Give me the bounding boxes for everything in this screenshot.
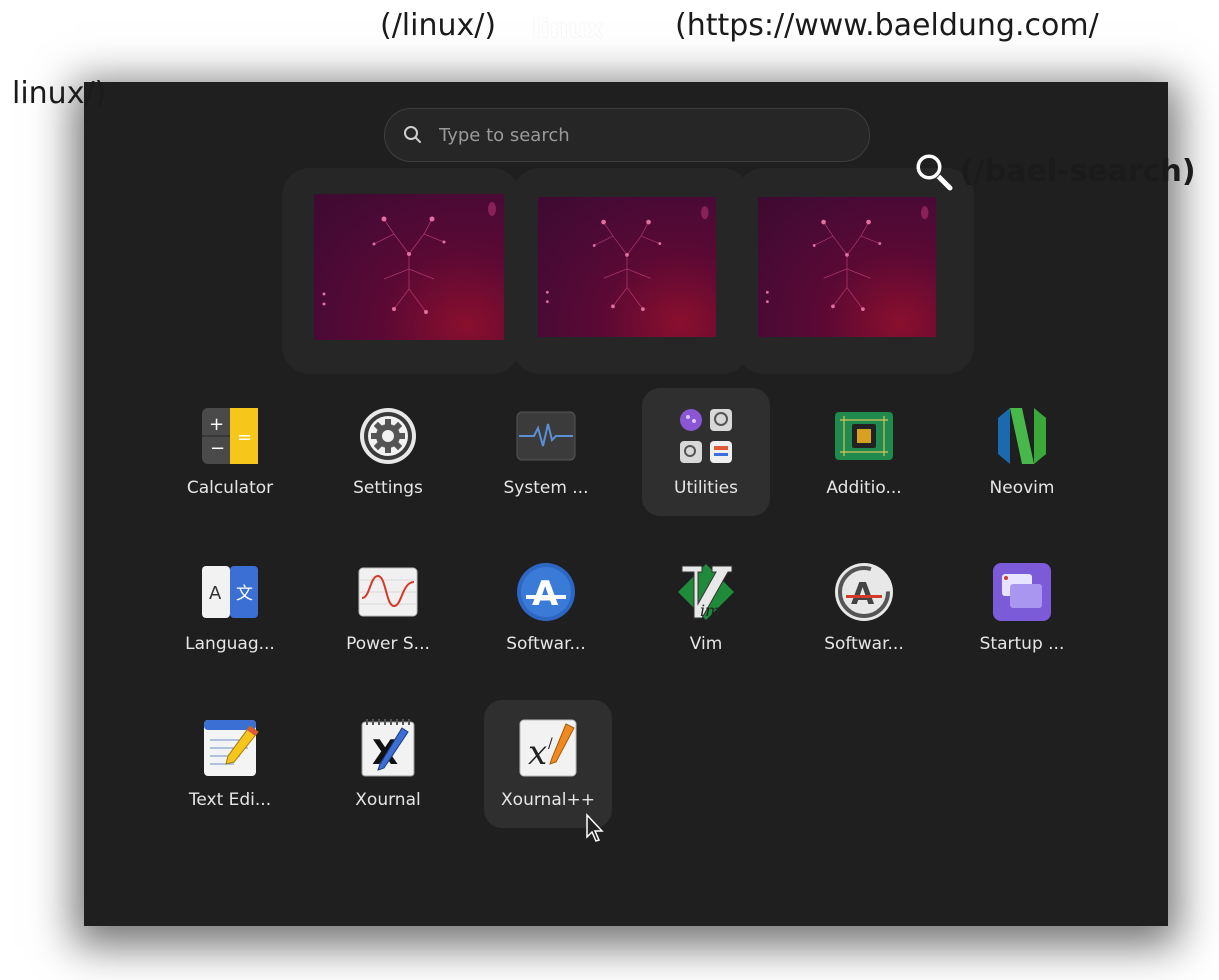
app-label: Languag...: [185, 634, 275, 654]
workspace-3-wallpaper: [758, 197, 936, 337]
app-label: Power S...: [346, 634, 430, 654]
app-language-support[interactable]: A 文 Languag...: [166, 544, 294, 672]
svg-text:−: −: [210, 438, 225, 459]
app-label: System ...: [503, 478, 589, 498]
utilities-folder-icon: [680, 409, 732, 463]
search-box[interactable]: [384, 108, 870, 162]
calculator-icon: + − =: [202, 408, 258, 464]
workspace-3[interactable]: [736, 168, 974, 374]
chip-icon: [835, 412, 893, 460]
neovim-icon: [998, 408, 1046, 464]
svg-text:x: x: [528, 733, 547, 773]
svg-text:A: A: [532, 574, 559, 614]
app-power-statistics[interactable]: Power S...: [324, 544, 452, 672]
language-icon: A 文: [202, 566, 258, 618]
app-label: Text Edi...: [188, 790, 272, 810]
search-icon: [404, 126, 421, 143]
app-label: Calculator: [186, 478, 274, 498]
brand-logo-text[interactable]: Baeldung: [100, 0, 290, 45]
vim-icon: im: [678, 564, 734, 620]
svg-text:im: im: [700, 601, 720, 620]
app-system-monitor[interactable]: System ...: [482, 388, 610, 516]
svg-text:+: +: [209, 414, 224, 435]
app-label: Startup ...: [979, 634, 1065, 654]
app-label: Vim: [689, 634, 723, 654]
software-store-icon: A: [517, 563, 575, 621]
settings-gear-icon: [360, 408, 416, 464]
app-neovim[interactable]: Neovim: [958, 388, 1086, 516]
workspace-2-wallpaper: [538, 197, 716, 337]
search-input[interactable]: [437, 123, 841, 147]
magnifier-icon: [915, 153, 953, 191]
app-overview: + − = Calculator Settings: [84, 82, 1168, 926]
app-startup-disk[interactable]: Startup ...: [958, 544, 1086, 672]
app-label: Utilities: [674, 478, 738, 498]
xournalpp-icon: x /: [519, 719, 577, 777]
baeldung-url-link-cont[interactable]: linux/): [12, 76, 106, 111]
app-text-editor[interactable]: Text Edi...: [166, 700, 294, 828]
app-label: Xournal: [355, 790, 421, 810]
app-software-updater[interactable]: A Softwar...: [800, 544, 928, 672]
software-updater-icon: A: [835, 563, 893, 621]
app-utilities-folder[interactable]: Utilities: [642, 388, 770, 516]
baeldung-url-link[interactable]: (https://www.baeldung.com/: [675, 8, 1099, 43]
workspace-1[interactable]: [282, 168, 520, 374]
app-xournalpp[interactable]: x / Xournal++: [484, 700, 612, 828]
app-vim[interactable]: im Vim: [642, 544, 770, 672]
app-additional-drivers[interactable]: Additio...: [800, 388, 928, 516]
svg-text:A: A: [209, 583, 222, 604]
bael-search-link[interactable]: (/bael-search): [912, 150, 1196, 192]
text-editor-icon: [204, 720, 259, 776]
wallpaper-constellation-icon: [322, 202, 496, 314]
svg-text:/: /: [548, 736, 553, 752]
system-monitor-icon: [516, 411, 576, 461]
svg-text:=: =: [237, 427, 252, 448]
app-label: Settings: [353, 478, 423, 498]
bael-search-label: (/bael-search): [960, 153, 1196, 189]
app-label: Additio...: [826, 478, 902, 498]
app-calculator[interactable]: + − = Calculator: [166, 388, 294, 516]
workspace-1-wallpaper: [314, 194, 504, 340]
startup-disk-icon: [993, 563, 1051, 621]
wallpaper-constellation-icon: [765, 206, 929, 312]
app-label: Softwar...: [506, 634, 586, 654]
linux-link-ghost[interactable]: linux: [532, 14, 604, 44]
app-settings[interactable]: Settings: [324, 388, 452, 516]
workspace-2[interactable]: [512, 168, 750, 374]
xournal-icon: X: [361, 719, 415, 777]
svg-text:文: 文: [236, 584, 253, 604]
mouse-cursor-icon: [586, 813, 604, 842]
linux-link[interactable]: (/linux/): [380, 8, 496, 43]
app-software-store[interactable]: A Softwar...: [482, 544, 610, 672]
wallpaper-constellation-icon: [545, 206, 709, 312]
app-label: Softwar...: [824, 634, 904, 654]
app-label: Xournal++: [501, 790, 595, 810]
svg-text:A: A: [851, 577, 875, 612]
app-xournal[interactable]: X Xournal: [324, 700, 452, 828]
app-label: Neovim: [989, 478, 1055, 498]
power-statistics-icon: [358, 567, 418, 617]
